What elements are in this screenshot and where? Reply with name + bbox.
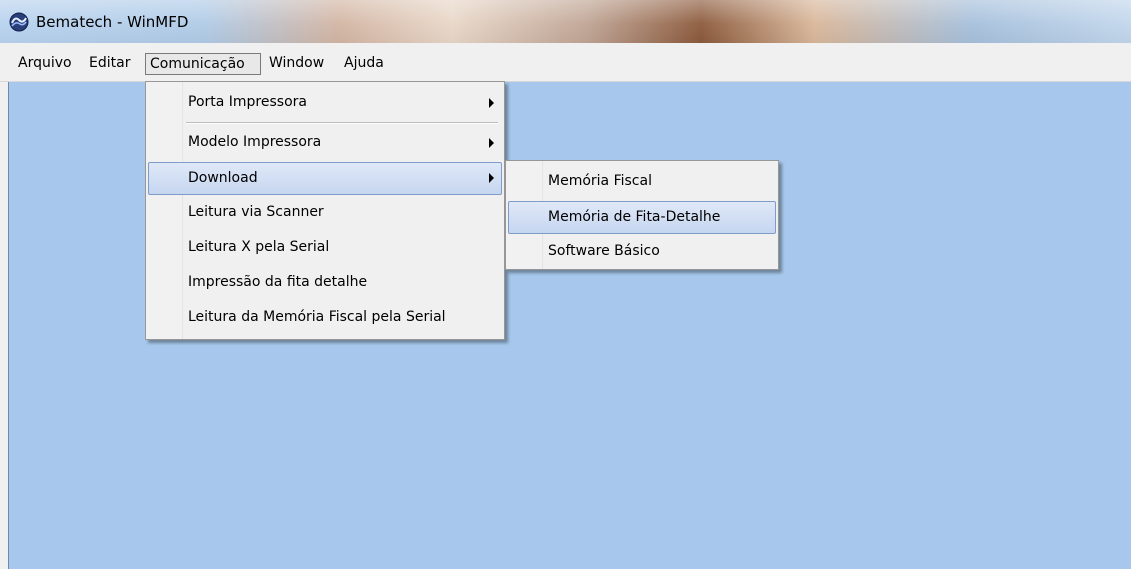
menu-bar: Arquivo Editar Comunicação Window Ajuda (0, 43, 1131, 82)
menu-item-leitura-memoria-fiscal-serial[interactable]: Leitura da Memória Fiscal pela Serial (148, 302, 502, 335)
submenu-item-memoria-fita-detalhe[interactable]: Memória de Fita-Detalhe (508, 201, 776, 234)
menu-ajuda[interactable]: Ajuda (340, 53, 388, 75)
menu-item-label: Modelo Impressora (188, 134, 322, 150)
menu-item-label: Impressão da fita detalhe (188, 274, 368, 290)
submenu-arrow-icon (489, 173, 494, 183)
menu-item-porta-impressora[interactable]: Porta Impressora (148, 87, 502, 120)
menu-editar[interactable]: Editar (85, 53, 134, 75)
menu-item-label: Memória de Fita-Detalhe (548, 209, 721, 225)
submenu-item-software-basico[interactable]: Software Básico (508, 236, 776, 269)
menu-item-leitura-scanner[interactable]: Leitura via Scanner (148, 197, 502, 230)
menu-item-label: Download (188, 170, 258, 186)
menu-item-leitura-x-serial[interactable]: Leitura X pela Serial (148, 232, 502, 265)
menu-item-impressao-fita-detalhe[interactable]: Impressão da fita detalhe (148, 267, 502, 300)
menu-separator (186, 122, 498, 124)
submenu-item-memoria-fiscal[interactable]: Memória Fiscal (508, 166, 776, 199)
menu-item-label: Memória Fiscal (548, 173, 652, 189)
menu-window[interactable]: Window (265, 53, 328, 75)
comunicacao-menu: Porta Impressora Modelo Impressora Downl… (145, 81, 505, 340)
menu-comunicacao[interactable]: Comunicação (145, 53, 261, 75)
download-submenu: Memória Fiscal Memória de Fita-Detalhe S… (505, 160, 779, 270)
submenu-arrow-icon (489, 98, 494, 108)
menu-item-label: Porta Impressora (188, 94, 307, 110)
window-title: Bematech - WinMFD (36, 13, 189, 31)
title-bar[interactable]: Bematech - WinMFD (0, 0, 1131, 43)
menu-arquivo[interactable]: Arquivo (14, 53, 76, 75)
menu-item-modelo-impressora[interactable]: Modelo Impressora (148, 127, 502, 160)
bematech-app-icon[interactable] (9, 12, 29, 32)
menu-item-label: Leitura via Scanner (188, 204, 324, 220)
menu-item-label: Leitura da Memória Fiscal pela Serial (188, 309, 446, 325)
menu-item-label: Leitura X pela Serial (188, 239, 330, 255)
menu-item-label: Software Básico (548, 243, 660, 259)
menu-item-download[interactable]: Download (148, 162, 502, 195)
submenu-arrow-icon (489, 138, 494, 148)
